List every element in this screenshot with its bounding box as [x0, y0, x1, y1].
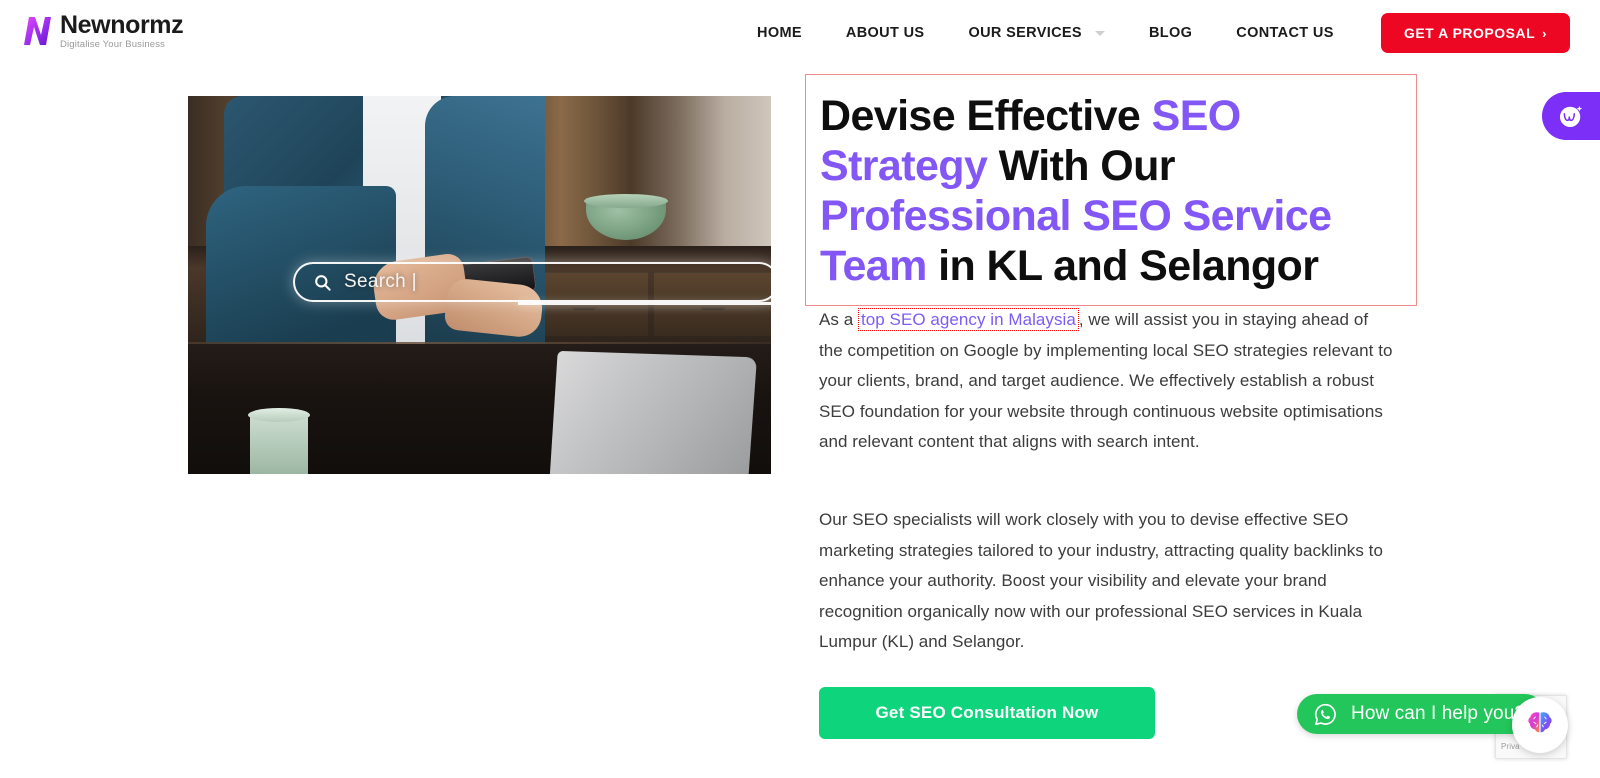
- headline-part-plain: in KL and Selangor: [926, 242, 1319, 290]
- brand-name: Newnormz: [60, 11, 184, 39]
- chevron-down-icon[interactable]: [1094, 30, 1105, 36]
- intro-paragraph-2: Our SEO specialists will work closely wi…: [819, 510, 1383, 651]
- nav-label: CONTACT US: [1236, 25, 1334, 41]
- hero-bowl-rim: [584, 194, 668, 208]
- recaptcha-privacy-label: Priva: [1501, 742, 1520, 751]
- nav-item-about-us[interactable]: ABOUT US: [846, 25, 925, 41]
- search-icon: [315, 274, 331, 291]
- ai-brain-icon: [1528, 712, 1552, 733]
- hero-image-scene: Search |: [188, 96, 771, 474]
- headline-part-plain: With Our: [987, 142, 1176, 190]
- main-navigation: HOME ABOUT US OUR SERVICES BLOG CONTACT …: [757, 0, 1334, 66]
- hero-content: Devise Effective SEO Strategy With Our P…: [805, 74, 1417, 739]
- ai-brain-bubble[interactable]: [1512, 697, 1568, 753]
- top-seo-agency-link[interactable]: top SEO agency in Malaysia: [858, 308, 1079, 331]
- nav-label: BLOG: [1148, 25, 1193, 41]
- brand-tagline: Digitalise Your Business: [60, 39, 165, 50]
- headline-container: Devise Effective SEO Strategy With Our P…: [805, 74, 1417, 306]
- hero-search-underline: [518, 302, 771, 305]
- page-title: Devise Effective SEO Strategy With Our P…: [820, 91, 1400, 291]
- get-seo-consultation-button[interactable]: Get SEO Consultation Now: [819, 687, 1155, 739]
- brand-logo[interactable]: Newnormz Digitalise Your Business: [22, 11, 184, 50]
- nav-item-contact-us[interactable]: CONTACT US: [1236, 25, 1333, 41]
- whatsapp-chat-widget[interactable]: How can I help you?: [1297, 694, 1546, 734]
- hero-laptop-screen: [549, 350, 757, 474]
- nav-item-blog[interactable]: BLOG: [1149, 25, 1192, 41]
- hero-search-overlay: Search |: [293, 262, 771, 302]
- hero-search-text: Search |: [344, 271, 417, 292]
- nav-label: HOME: [757, 25, 802, 41]
- paragraph1-before-link: As a: [819, 310, 858, 329]
- whatsapp-icon: [1314, 703, 1336, 725]
- whatsapp-label: How can I help you?: [1351, 703, 1526, 724]
- newnormz-n-mark-icon: [24, 17, 51, 45]
- paragraph1-after-link: , we will assist you in staying ahead of…: [819, 310, 1393, 451]
- site-header: Newnormz Digitalise Your Business HOME A…: [0, 0, 1600, 66]
- headline-part-plain: Devise Effective: [820, 92, 1152, 140]
- proposal-button-label: GET A PROPOSAL: [1403, 25, 1536, 41]
- chevron-right-icon: ›: [1542, 25, 1547, 41]
- elementor-ai-sparkle-icon: [1559, 105, 1583, 128]
- get-a-proposal-button[interactable]: GET A PROPOSAL ›: [1380, 13, 1570, 53]
- nav-label: ABOUT US: [845, 25, 925, 41]
- nav-item-home[interactable]: HOME: [757, 25, 802, 41]
- nav-item-our-services[interactable]: OUR SERVICES: [968, 25, 1105, 41]
- nav-label: OUR SERVICES: [968, 25, 1082, 41]
- elementor-ai-tab[interactable]: [1542, 92, 1600, 140]
- page-root: Newnormz Digitalise Your Business HOME A…: [0, 0, 1600, 778]
- hero-image: Search |: [188, 96, 771, 474]
- hero-cup-rim: [248, 408, 310, 422]
- intro-paragraph-1: As a top SEO agency in Malaysia, we will…: [819, 305, 1394, 458]
